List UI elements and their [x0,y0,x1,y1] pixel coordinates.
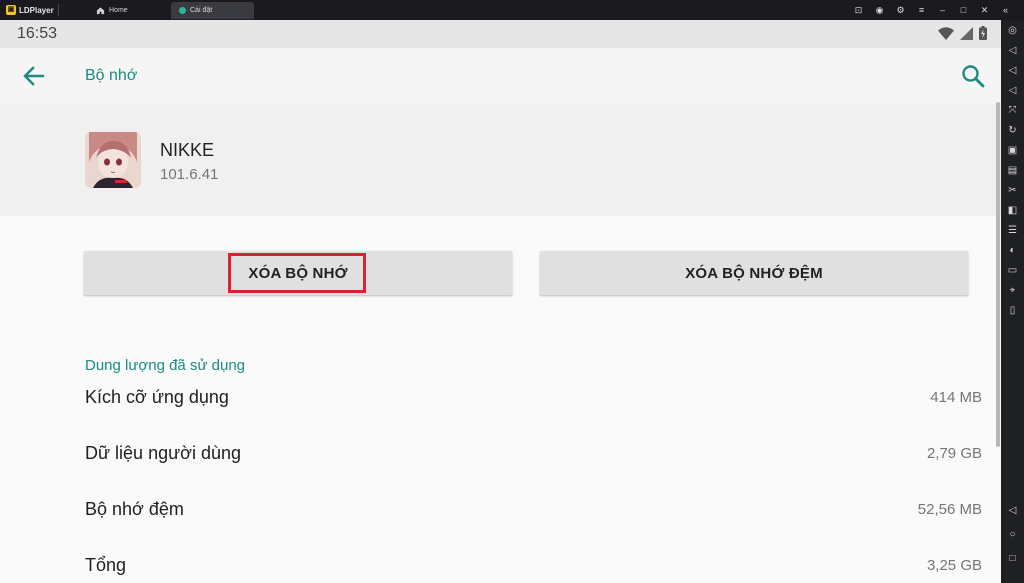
storage-row-value: 2,79 GB [926,445,982,462]
wifi-icon [938,26,954,40]
tab-home[interactable]: Home [88,2,168,19]
volume-mute-icon[interactable]: ◁ [1006,84,1019,97]
titlebar-divider [58,4,59,16]
storage-row-label: Kích cỡ ứng dụng [85,387,229,407]
gamepad-icon[interactable]: ⊡ [848,3,869,17]
ldplayer-logo-icon: ▣ [6,5,16,15]
shared-folder-icon[interactable]: ▭ [1006,264,1019,277]
tab-settings[interactable]: Cài đặt [171,2,254,19]
sync-icon[interactable]: ◐ [1006,244,1019,257]
app-name: NIKKE [160,140,215,160]
battery-icon [979,26,987,40]
storage-content: XÓA BỘ NHỚ XÓA BỘ NHỚ ĐỆM Dung lượng đã … [0,216,1001,583]
collapse-icon[interactable]: « [995,3,1016,17]
storage-row-value: 3,25 GB [926,557,982,574]
brand-name: LDPlayer [19,5,54,15]
android-home-icon[interactable]: ○ [1006,528,1019,541]
tab-home-label: Home [109,7,128,14]
volume-down-icon[interactable]: ◁ [1006,64,1019,77]
signal-icon [960,26,973,40]
storage-row-label: Tổng [85,555,127,575]
nikke-app-icon [85,132,141,188]
page-title: Bộ nhớ [85,67,138,84]
keyboard-mapping-icon[interactable]: ◎ [1006,24,1019,37]
app-bar: Bộ nhớ [0,48,1001,104]
menu-icon[interactable]: ≡ [911,3,932,17]
storage-row: Tổng 3,25 GB [0,539,1001,583]
fullscreen-icon[interactable]: ⤧ [1006,104,1019,117]
emulator-titlebar: ▣ LDPlayer Home Cài đặt ⊡ ◉ ⚙ ≡ – □ ✕ « [0,0,1024,20]
shake-icon[interactable]: ▯ [1006,304,1019,317]
android-back-icon[interactable]: ◁ [1006,504,1019,517]
settings-app-icon [179,7,186,14]
multi-instance-icon[interactable]: ▤ [1006,164,1019,177]
android-recents-icon[interactable]: □ [1006,552,1019,565]
app-version: 101.6.41 [160,166,219,183]
operation-record-icon[interactable]: ☰ [1006,224,1019,237]
highlight-box [228,253,366,293]
maximize-icon[interactable]: □ [953,3,974,17]
storage-row-value: 414 MB [930,389,982,406]
close-icon[interactable]: ✕ [974,3,995,17]
clear-cache-label: XÓA BỘ NHỚ ĐỆM [685,264,823,282]
storage-row-value: 52,56 MB [917,501,982,518]
screenshot-icon[interactable]: ✂ [1006,184,1019,197]
account-icon[interactable]: ◉ [869,3,890,17]
minimize-icon[interactable]: – [932,3,953,17]
status-bar: 16:53 [0,20,1001,48]
ldplayer-logo: ▣ LDPlayer [6,4,54,16]
android-screen: 16:53 Bộ nhớ NIKKE 101.6.41 XÓA BỘ NHỚ X… [0,20,1001,583]
storage-row-label: Dữ liệu người dùng [85,443,241,463]
rotate-icon[interactable]: ↻ [1006,124,1019,137]
storage-row: Kích cỡ ứng dụng 414 MB [0,371,1001,427]
scrollbar[interactable] [996,102,1000,447]
storage-row: Bộ nhớ đệm 52,56 MB [0,483,1001,539]
home-icon [96,7,105,15]
volume-up-icon[interactable]: ◁ [1006,44,1019,57]
storage-row: Dữ liệu người dùng 2,79 GB [0,427,1001,483]
settings-icon[interactable]: ⚙ [890,3,911,17]
emulator-toolbar: ◎ ◁ ◁ ◁ ⤧ ↻ ▣ ▤ ✂ ◧ ☰ ◐ ▭ ⌖ ▯ ◁ ○ □ [1001,20,1024,583]
status-clock: 16:53 [17,25,58,42]
tab-settings-label: Cài đặt [190,7,213,14]
record-icon[interactable]: ◧ [1006,204,1019,217]
storage-row-label: Bộ nhớ đệm [85,499,184,519]
app-header: NIKKE 101.6.41 [0,104,1001,216]
location-icon[interactable]: ⌖ [1006,284,1019,297]
back-arrow-icon[interactable] [20,62,48,90]
search-icon[interactable] [959,62,987,90]
apk-install-icon[interactable]: ▣ [1006,144,1019,157]
clear-cache-button[interactable]: XÓA BỘ NHỚ ĐỆM [540,251,968,295]
